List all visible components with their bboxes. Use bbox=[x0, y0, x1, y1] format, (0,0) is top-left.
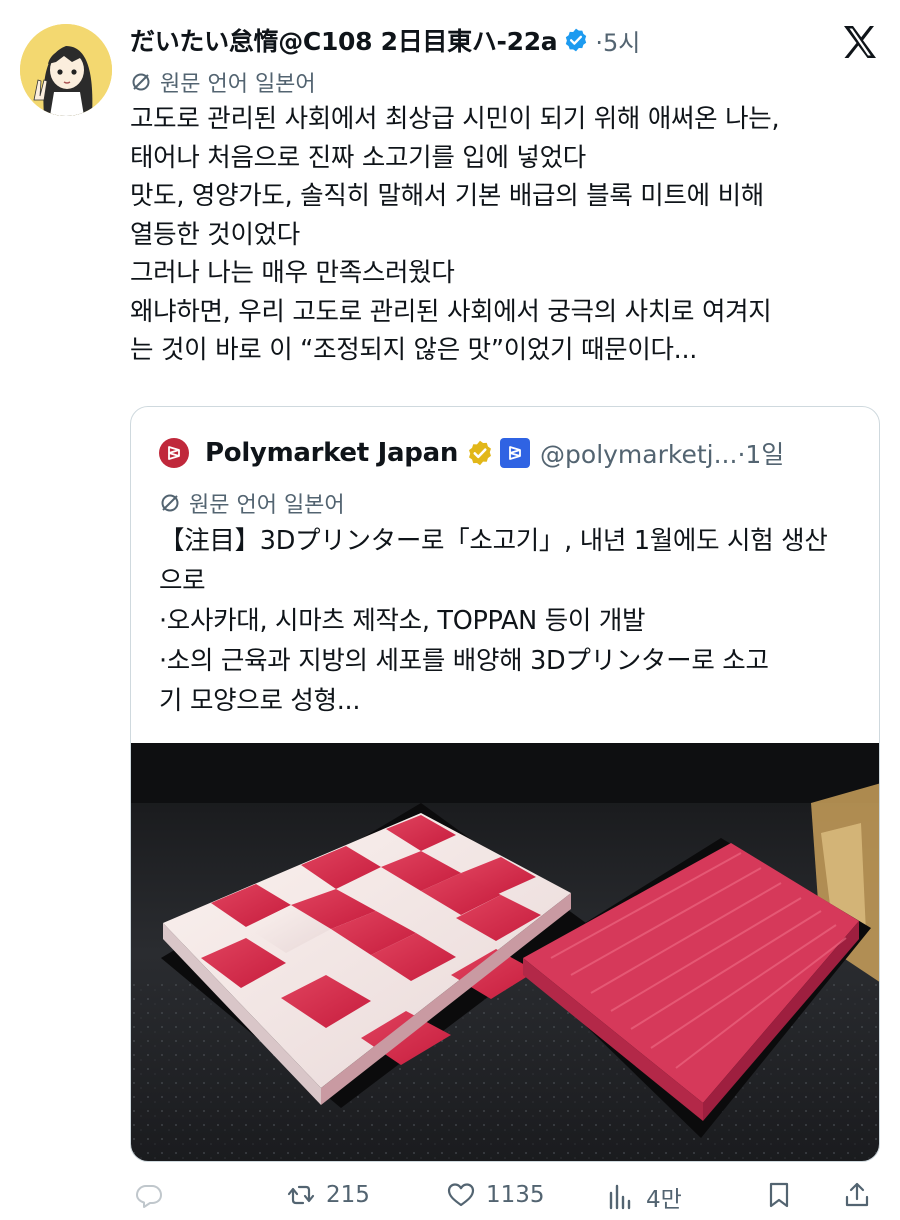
polymarket-logo-icon[interactable] bbox=[159, 438, 189, 468]
tweet-line: 고도로 관리된 사회에서 최상급 시민이 되기 위해 애써온 나는, bbox=[130, 104, 780, 134]
tweet-time-value: 5시 bbox=[603, 28, 641, 57]
quote-line: 으로 bbox=[159, 566, 206, 596]
quote-translation-notice[interactable]: 원문 언어 일본어 bbox=[159, 487, 345, 519]
bookmark-button[interactable] bbox=[764, 1180, 794, 1210]
tweet-time[interactable]: ·5시 bbox=[595, 23, 640, 58]
tweet-header: だいたい怠惰@C108 2日目東ハ-22a ·5시 bbox=[130, 20, 880, 60]
author-avatar[interactable] bbox=[20, 24, 112, 116]
tweet: だいたい怠惰@C108 2日目東ハ-22a ·5시 원문 언어 일본어 고도로 … bbox=[0, 0, 900, 1220]
tweet-text: 고도로 관리된 사회에서 최상급 시민이 되기 위해 애써온 나는, 태어나 처… bbox=[130, 100, 890, 370]
gold-verified-badge-icon bbox=[469, 440, 491, 466]
retweet-button[interactable]: 215 bbox=[286, 1180, 370, 1210]
quote-line: 【注目】3Dプリンター로「소고기」, 내년 1월에도 시험 생산 bbox=[159, 526, 828, 556]
quote-author-handle[interactable]: @polymarketj...·1일 bbox=[540, 435, 784, 471]
reply-button[interactable] bbox=[134, 1180, 164, 1210]
views-button[interactable]: 4만 bbox=[606, 1180, 682, 1214]
quote-line: 기 모양으로 성형... bbox=[159, 686, 361, 716]
verified-badge-icon bbox=[566, 28, 587, 52]
translation-label: 원문 언어 일본어 bbox=[160, 72, 316, 97]
like-count: 1135 bbox=[486, 1182, 545, 1208]
retweet-count: 215 bbox=[326, 1182, 370, 1208]
translate-icon bbox=[132, 73, 150, 91]
bookmark-icon bbox=[769, 1182, 789, 1208]
quote-time: 1일 bbox=[745, 440, 785, 469]
author-display-name[interactable]: だいたい怠惰@C108 2日目東ハ-22a bbox=[130, 22, 558, 58]
tweet-line: 그러나 나는 매우 만족스러웠다 bbox=[130, 258, 455, 288]
quote-line: ·오사카대, 시마츠 제작소, TOPPAN 등이 개발 bbox=[159, 606, 646, 636]
tweet-action-bar: 215 1135 4만 bbox=[130, 1174, 880, 1220]
avatar-illustration bbox=[20, 24, 112, 116]
quote-header: Polymarket Japan @polymarketj...·1일 bbox=[159, 435, 784, 471]
like-button[interactable]: 1135 bbox=[446, 1180, 545, 1210]
tweet-line: 맛도, 영양가도, 솔직히 말해서 기본 배급의 블록 미트에 비해 bbox=[130, 181, 764, 211]
reply-icon bbox=[136, 1185, 162, 1208]
tweet-line: 태어나 처음으로 진짜 소고기를 입에 넣었다 bbox=[130, 142, 586, 173]
translate-icon bbox=[161, 494, 179, 512]
cultured-meat-photo bbox=[131, 743, 879, 1161]
quote-text: 【注目】3Dプリンター로「소고기」, 내년 1월에도 시험 생산 으로 ·오사카… bbox=[159, 521, 869, 721]
tweet-line: 왜냐하면, 우리 고도로 관리된 사회에서 궁극의 사치로 여겨지 bbox=[130, 296, 772, 327]
views-chart-icon bbox=[609, 1184, 631, 1210]
share-icon bbox=[845, 1182, 869, 1207]
view-count: 4만 bbox=[646, 1187, 682, 1213]
retweet-icon bbox=[287, 1185, 315, 1205]
x-logo-icon[interactable] bbox=[840, 22, 880, 62]
translation-notice[interactable]: 원문 언어 일본어 bbox=[130, 66, 316, 98]
affiliate-badge-icon bbox=[500, 438, 531, 468]
quote-handle-text: @polymarketj... bbox=[540, 440, 738, 469]
tweet-line: 는 것이 바로 이 “조정되지 않은 맛”이었기 때문이다... bbox=[130, 335, 698, 365]
share-button[interactable] bbox=[842, 1180, 872, 1210]
quote-media-image[interactable] bbox=[131, 743, 879, 1161]
heart-icon bbox=[447, 1183, 475, 1207]
quoted-tweet[interactable]: Polymarket Japan @polymarketj...·1일 원문 언… bbox=[130, 406, 880, 1162]
quote-translation-label: 원문 언어 일본어 bbox=[189, 493, 345, 518]
quote-line: ·소의 근육과 지방의 세포를 배양해 3Dプリンター로 소고 bbox=[159, 646, 769, 676]
quote-author-name[interactable]: Polymarket Japan bbox=[205, 438, 458, 468]
tweet-line: 열등한 것이었다 bbox=[130, 219, 300, 250]
